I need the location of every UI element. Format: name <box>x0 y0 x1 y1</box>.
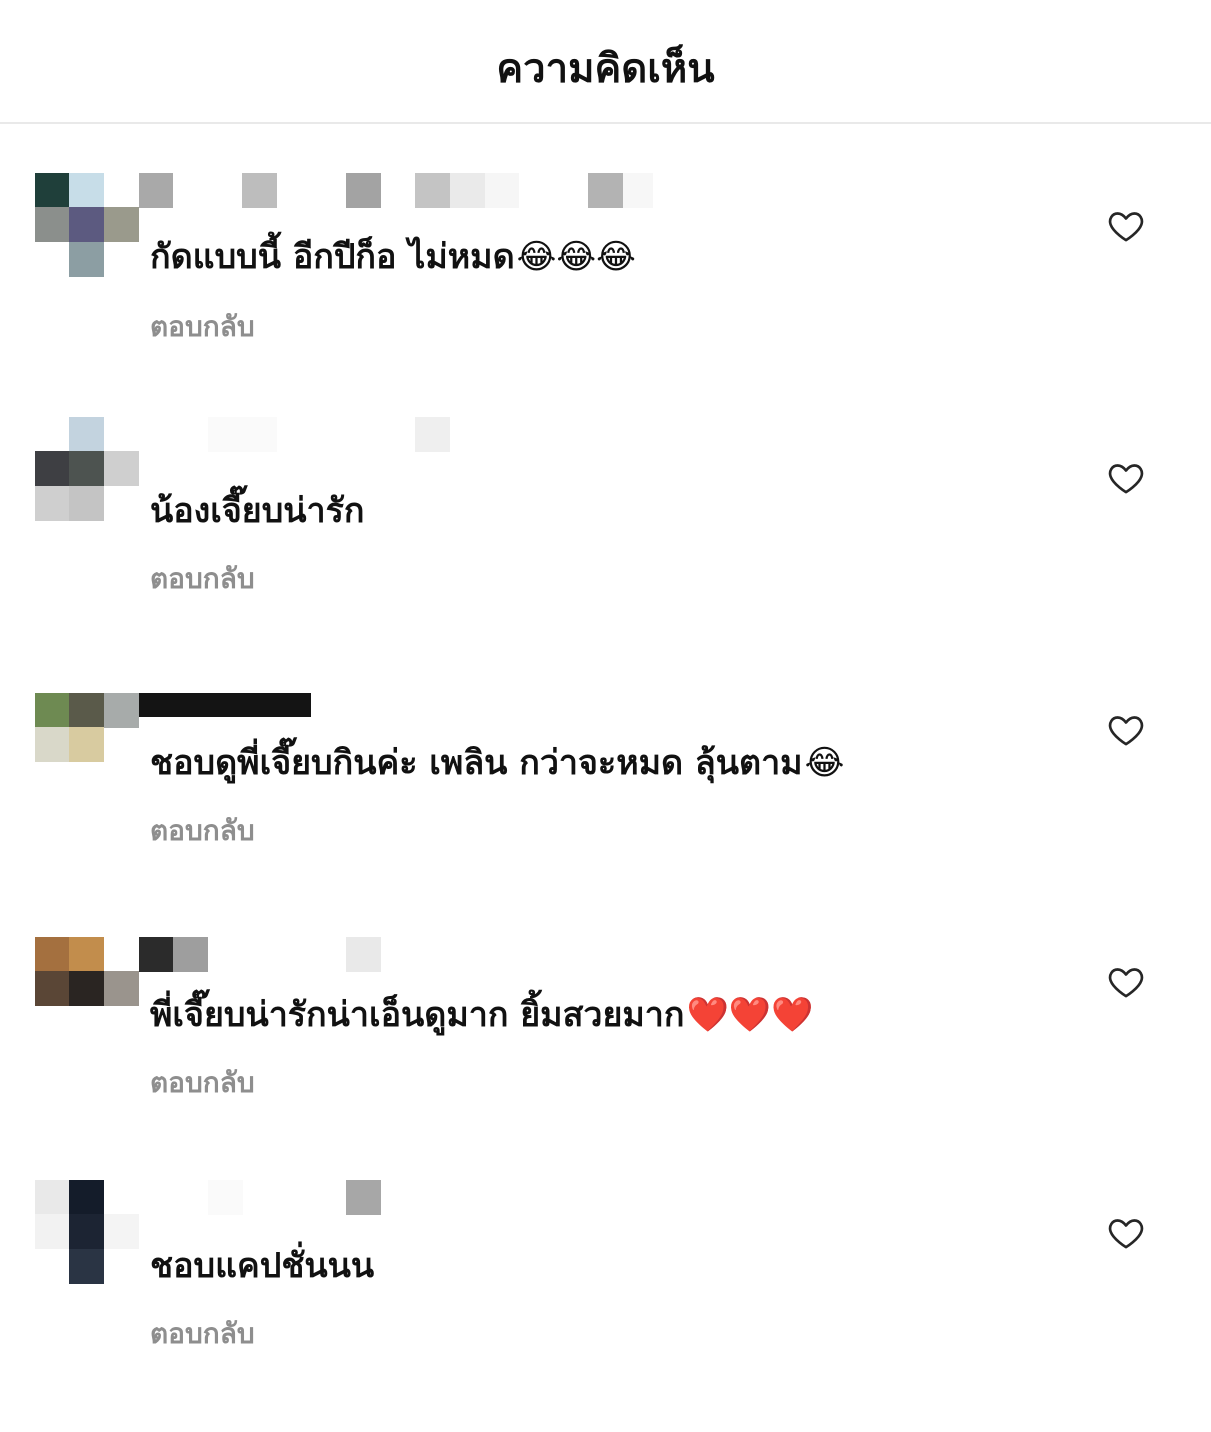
comment-emoji: 😂😂😂 <box>516 237 636 277</box>
comment-body: ชอบแคปชั่นนน <box>150 1246 375 1286</box>
reply-button[interactable]: ตอบกลับ <box>150 305 255 349</box>
comment-item: ชอบดูพี่เจี๊ยบกินค่ะ เพลิน กว่าจะหมด ลุ้… <box>0 693 1211 945</box>
like-button[interactable] <box>1106 1213 1146 1253</box>
username-redacted[interactable] <box>139 173 679 209</box>
username-redacted[interactable] <box>139 1180 679 1216</box>
like-button[interactable] <box>1106 962 1146 1002</box>
comment-text: พี่เจี๊ยบน่ารักน่าเอ็นดูมาก ยิ้มสวยมาก❤️… <box>150 991 813 1039</box>
username-redacted[interactable] <box>139 693 679 729</box>
avatar[interactable] <box>35 693 139 797</box>
comment-text: กัดแบบนี้ อีกปีก็อ ไม่หมด😂😂😂 <box>150 233 636 281</box>
like-button[interactable] <box>1106 458 1146 498</box>
username-redacted[interactable] <box>139 937 679 973</box>
avatar[interactable] <box>35 937 139 1041</box>
heart-outline-icon <box>1108 212 1144 242</box>
heart-outline-icon <box>1108 464 1144 494</box>
avatar[interactable] <box>35 1180 139 1284</box>
reply-button[interactable]: ตอบกลับ <box>150 557 255 601</box>
heart-outline-icon <box>1108 1219 1144 1249</box>
comment-body: กัดแบบนี้ อีกปีก็อ ไม่หมด <box>150 237 515 277</box>
username-redacted[interactable] <box>139 417 679 453</box>
like-button[interactable] <box>1106 710 1146 750</box>
comment-item: ชอบแคปชั่นนน ตอบกลับ <box>0 1180 1211 1432</box>
comment-text: น้องเจี๊ยบน่ารัก <box>150 487 367 535</box>
heart-outline-icon <box>1108 716 1144 746</box>
page-title: ความคิดเห็น <box>496 46 715 92</box>
comment-emoji: ❤️❤️❤️ <box>686 995 814 1035</box>
comment-item: กัดแบบนี้ อีกปีก็อ ไม่หมด😂😂😂 ตอบกลับ <box>0 173 1211 425</box>
avatar[interactable] <box>35 173 139 277</box>
comments-header: ความคิดเห็น <box>0 0 1211 124</box>
comment-body: พี่เจี๊ยบน่ารักน่าเอ็นดูมาก ยิ้มสวยมาก <box>150 995 685 1035</box>
comment-item: พี่เจี๊ยบน่ารักน่าเอ็นดูมาก ยิ้มสวยมาก❤️… <box>0 937 1211 1189</box>
comment-emoji: 😂 <box>804 743 845 783</box>
heart-outline-icon <box>1108 968 1144 998</box>
reply-button[interactable]: ตอบกลับ <box>150 809 255 853</box>
comment-text: ชอบแคปชั่นนน <box>150 1242 376 1290</box>
comment-text: ชอบดูพี่เจี๊ยบกินค่ะ เพลิน กว่าจะหมด ลุ้… <box>150 739 844 787</box>
like-button[interactable] <box>1106 206 1146 246</box>
reply-button[interactable]: ตอบกลับ <box>150 1312 255 1356</box>
comment-item: น้องเจี๊ยบน่ารัก ตอบกลับ <box>0 417 1211 669</box>
reply-button[interactable]: ตอบกลับ <box>150 1061 255 1105</box>
comment-body: น้องเจี๊ยบน่ารัก <box>150 491 365 531</box>
comment-body: ชอบดูพี่เจี๊ยบกินค่ะ เพลิน กว่าจะหมด ลุ้… <box>150 743 803 783</box>
avatar[interactable] <box>35 417 139 521</box>
